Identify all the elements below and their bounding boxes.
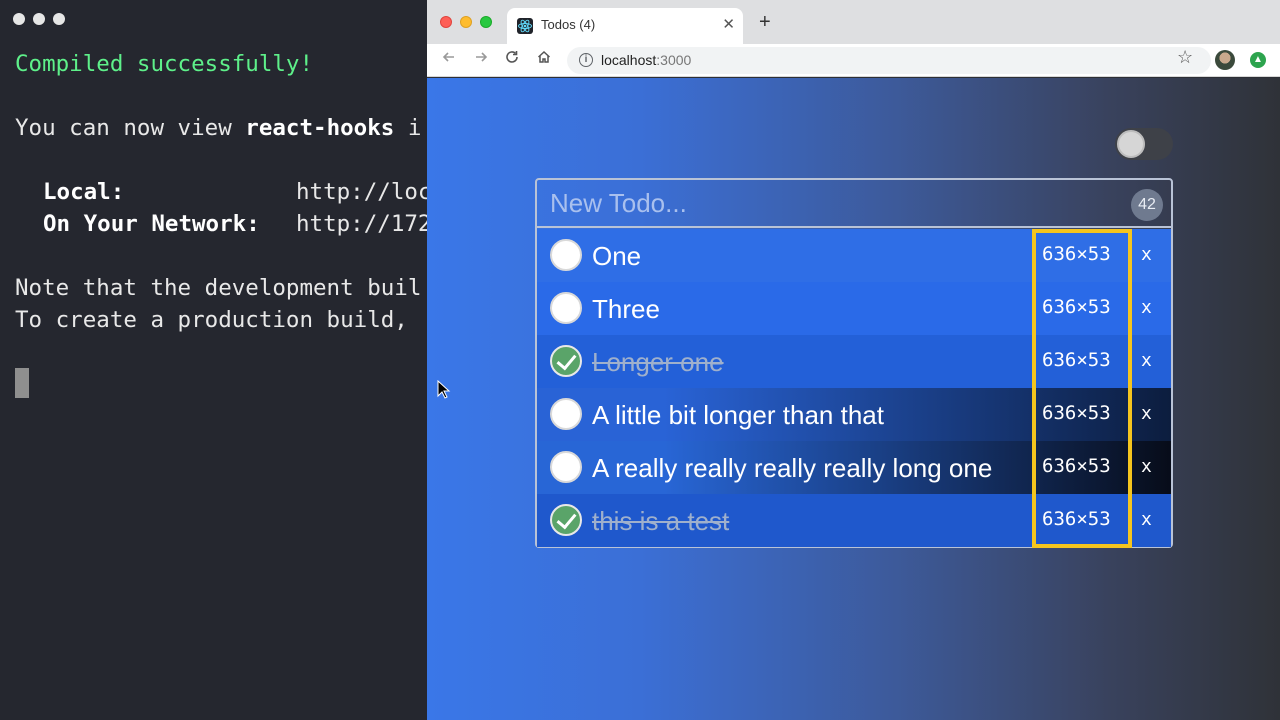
- terminal-local-label: Local:: [43, 179, 125, 205]
- terminal-dot-close[interactable]: [13, 13, 25, 25]
- terminal-network-url: http://172: [296, 211, 428, 237]
- url-port: :3000: [656, 52, 692, 68]
- terminal-dot-minimize[interactable]: [33, 13, 45, 25]
- terminal-local-url: http://loc: [296, 179, 428, 205]
- url-host: localhost: [601, 52, 657, 68]
- todo-container: 42 One 636×53 x Three 636×53 x Longer one 636×5…: [535, 178, 1173, 548]
- terminal-note-line-1: Note that the development buil: [15, 275, 422, 301]
- home-icon[interactable]: [536, 49, 552, 70]
- close-window-button[interactable]: [440, 16, 452, 28]
- terminal-view-prefix: You can now view: [15, 115, 246, 141]
- todo-delete-button[interactable]: x: [1141, 297, 1152, 318]
- terminal-compiled-line: Compiled successfully!: [15, 51, 314, 77]
- todo-checkbox[interactable]: [550, 398, 582, 430]
- todo-text[interactable]: A little bit longer than that: [592, 400, 884, 431]
- todo-size-label: 636×53: [1042, 402, 1111, 424]
- terminal-note-line-2: To create a production build,: [15, 307, 408, 333]
- address-bar[interactable]: i localhost:3000: [567, 47, 1211, 74]
- todo-checkbox[interactable]: [550, 292, 582, 324]
- todo-text[interactable]: Longer one: [592, 347, 724, 378]
- todo-item[interactable]: One 636×53 x: [537, 229, 1171, 282]
- todo-size-label: 636×53: [1042, 349, 1111, 371]
- info-icon[interactable]: i: [579, 53, 593, 67]
- toggle-knob: [1117, 130, 1145, 158]
- todo-checkbox[interactable]: [550, 451, 582, 483]
- todo-delete-button[interactable]: x: [1141, 244, 1152, 265]
- arrow-right-icon[interactable]: [473, 49, 489, 70]
- todo-item[interactable]: A really really really really long one 63…: [537, 441, 1171, 494]
- todo-delete-button[interactable]: x: [1141, 509, 1152, 530]
- new-todo-input[interactable]: [537, 180, 1171, 228]
- todo-item[interactable]: this is a test 636×53 x: [537, 494, 1171, 547]
- todo-list: One 636×53 x Three 636×53 x Longer one 636×53 x A…: [537, 229, 1171, 547]
- reload-icon[interactable]: [504, 49, 520, 70]
- maximize-window-button[interactable]: [480, 16, 492, 28]
- todo-size-label: 636×53: [1042, 296, 1111, 318]
- minimize-window-button[interactable]: [460, 16, 472, 28]
- new-tab-button[interactable]: +: [759, 12, 771, 32]
- todo-text[interactable]: this is a test: [592, 506, 729, 537]
- todo-delete-button[interactable]: x: [1141, 403, 1152, 424]
- todo-text[interactable]: Three: [592, 294, 660, 325]
- mouse-pointer-icon: [437, 380, 451, 399]
- todo-text[interactable]: A really really really really long one: [592, 453, 992, 484]
- terminal-view-suffix: i: [394, 115, 422, 141]
- browser-titlebar: Todos (4) ✕ +: [427, 0, 1280, 44]
- tab-title: Todos (4): [541, 17, 596, 32]
- todo-text[interactable]: One: [592, 241, 641, 272]
- url-text[interactable]: localhost:3000: [601, 52, 691, 68]
- todo-item[interactable]: Three 636×53 x: [537, 282, 1171, 335]
- todo-size-label: 636×53: [1042, 243, 1111, 265]
- theme-toggle[interactable]: [1115, 128, 1173, 160]
- todo-checkbox[interactable]: [550, 239, 582, 271]
- window-controls: [440, 16, 492, 28]
- todo-size-label: 636×53: [1042, 508, 1111, 530]
- terminal-cursor: [15, 368, 29, 398]
- todo-delete-button[interactable]: x: [1141, 456, 1152, 477]
- todo-checkbox-checked[interactable]: [550, 504, 582, 536]
- terminal-window: Compiled successfully! You can now view …: [0, 0, 428, 720]
- terminal-app-name: react-hooks: [245, 115, 395, 141]
- arrow-left-icon[interactable]: [441, 49, 457, 70]
- todo-app: 42 One 636×53 x Three 636×53 x Longer one 636×5…: [427, 78, 1280, 720]
- extension-icon[interactable]: ▲: [1250, 52, 1266, 68]
- todo-size-label: 636×53: [1042, 455, 1111, 477]
- todo-delete-button[interactable]: x: [1141, 350, 1152, 371]
- todo-checkbox-checked[interactable]: [550, 345, 582, 377]
- todo-count-badge: 42: [1131, 189, 1163, 221]
- terminal-window-controls: [13, 13, 65, 25]
- browser-window: Todos (4) ✕ + i localhost:3000 ☆ ▲ New T…: [427, 0, 1280, 720]
- star-icon[interactable]: ☆: [1177, 47, 1193, 68]
- todo-item[interactable]: A little bit longer than that 636×53 x: [537, 388, 1171, 441]
- tab-close-icon[interactable]: ✕: [722, 15, 735, 33]
- todo-item[interactable]: Longer one 636×53 x: [537, 335, 1171, 388]
- avatar[interactable]: [1215, 50, 1235, 70]
- react-favicon-icon: [517, 18, 533, 34]
- terminal-view-line: You can now view react-hooks i: [15, 113, 421, 143]
- terminal-network-label: On Your Network:: [43, 211, 260, 237]
- terminal-dot-maximize[interactable]: [53, 13, 65, 25]
- tab-todos[interactable]: Todos (4) ✕: [507, 8, 743, 44]
- browser-toolbar: i localhost:3000 ☆ ▲: [427, 44, 1280, 77]
